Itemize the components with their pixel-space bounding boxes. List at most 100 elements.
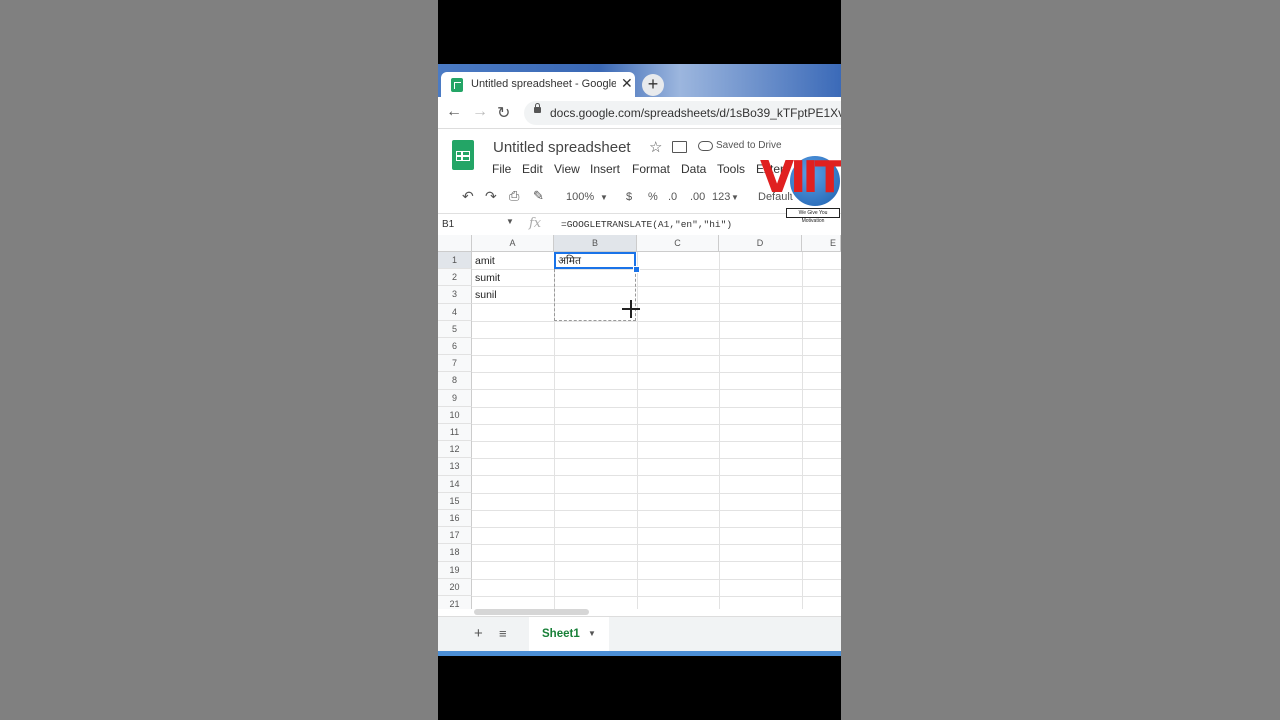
gridline <box>472 578 841 580</box>
menu-edit[interactable]: Edit <box>522 162 543 176</box>
row-header[interactable]: 11 <box>438 424 472 442</box>
row-header[interactable]: 16 <box>438 510 472 528</box>
tab-strip: Untitled spreadsheet - Google Sheets ✕ + <box>438 64 841 97</box>
row-header[interactable]: 3 <box>438 286 472 304</box>
column-header[interactable]: E <box>802 235 841 252</box>
name-box[interactable]: B1 <box>442 219 454 230</box>
gridline <box>472 389 841 391</box>
spreadsheet-grid[interactable]: A B C D E 1 2 3 4 5 6 7 8 9 10 11 12 13 … <box>438 235 841 609</box>
row-header[interactable]: 15 <box>438 492 472 510</box>
gridline <box>472 544 841 546</box>
cloud-icon <box>698 141 713 151</box>
reload-icon[interactable]: ↻ <box>497 103 510 123</box>
gridline <box>472 303 841 305</box>
paint-format-icon[interactable]: ✎ <box>533 188 544 204</box>
row-header[interactable]: 4 <box>438 303 472 321</box>
row-header[interactable]: 7 <box>438 355 472 373</box>
menu-tools[interactable]: Tools <box>717 162 745 176</box>
row-header[interactable]: 14 <box>438 475 472 493</box>
tab-title: Untitled spreadsheet - Google Sheets <box>471 78 616 90</box>
sheet-tab-label: Sheet1 <box>542 628 580 640</box>
row-header[interactable]: 8 <box>438 372 472 390</box>
row-header[interactable]: 1 <box>438 252 472 270</box>
gridline <box>472 561 841 563</box>
undo-icon[interactable]: ↶ <box>462 188 474 205</box>
row-header[interactable]: 20 <box>438 578 472 596</box>
row-header[interactable]: 21 <box>438 596 472 609</box>
gridline <box>472 320 841 322</box>
new-tab-button[interactable]: + <box>642 74 664 96</box>
active-cell-outline[interactable] <box>554 252 636 269</box>
column-header[interactable]: A <box>472 235 554 252</box>
all-sheets-icon[interactable]: ≡ <box>499 626 507 641</box>
gridline <box>472 286 841 288</box>
column-header[interactable]: D <box>719 235 802 252</box>
gridline <box>472 269 841 270</box>
forward-arrow-icon[interactable]: → <box>472 103 488 121</box>
currency-button[interactable]: $ <box>626 191 632 203</box>
logo-tagline: We Give You Motivation <box>786 208 840 224</box>
logo-mark: VIIT <box>760 152 841 203</box>
percent-button[interactable]: % <box>648 191 658 203</box>
row-header[interactable]: 6 <box>438 338 472 356</box>
fill-handle[interactable] <box>633 266 640 273</box>
row-header[interactable]: 12 <box>438 441 472 459</box>
row-header[interactable]: 18 <box>438 544 472 562</box>
saved-status: Saved to Drive <box>716 140 782 151</box>
gridline <box>472 337 841 339</box>
formula-input[interactable]: =GOOGLETRANSLATE(A1,"en","hi") <box>561 219 732 230</box>
print-icon[interactable]: ⎙ <box>509 188 519 204</box>
column-header[interactable]: C <box>637 235 719 252</box>
close-icon[interactable]: ✕ <box>621 75 633 92</box>
menu-view[interactable]: View <box>554 162 580 176</box>
move-folder-icon[interactable] <box>672 141 687 153</box>
row-header[interactable]: 17 <box>438 527 472 545</box>
gridline <box>472 458 841 460</box>
sheets-logo-icon[interactable] <box>452 140 474 170</box>
row-header[interactable]: 5 <box>438 320 472 338</box>
sheet-bar: + ≡ Sheet1 ▼ <box>438 616 841 652</box>
zoom-select[interactable]: 100% <box>566 191 594 203</box>
menu-format[interactable]: Format <box>632 162 670 176</box>
chevron-down-icon[interactable]: ▼ <box>588 629 596 638</box>
cell-a2[interactable]: sumit <box>475 272 500 284</box>
redo-icon[interactable]: ↷ <box>485 188 497 205</box>
document-title[interactable]: Untitled spreadsheet <box>493 139 631 156</box>
increase-decimal-button[interactable]: .00 <box>690 191 705 203</box>
cell-a1[interactable]: amit <box>475 255 495 267</box>
cell-a3[interactable]: sunil <box>475 289 497 301</box>
chevron-down-icon[interactable]: ▼ <box>600 193 608 202</box>
menu-data[interactable]: Data <box>681 162 706 176</box>
horizontal-scrollbar[interactable] <box>474 609 589 615</box>
row-header[interactable]: 19 <box>438 561 472 579</box>
address-bar[interactable]: docs.google.com/spreadsheets/d/1sBo39_kT… <box>524 101 841 125</box>
gridline <box>472 423 841 425</box>
chevron-down-icon[interactable]: ▼ <box>506 217 514 226</box>
lock-icon <box>534 103 541 113</box>
gridline <box>472 595 841 597</box>
row-header[interactable]: 13 <box>438 458 472 476</box>
url-text: docs.google.com/spreadsheets/d/1sBo39_kT… <box>550 106 841 120</box>
gridline <box>472 475 841 477</box>
row-header[interactable]: 10 <box>438 406 472 424</box>
more-formats-button[interactable]: 123 <box>712 191 730 203</box>
add-sheet-icon[interactable]: + <box>474 625 483 642</box>
menu-insert[interactable]: Insert <box>590 162 620 176</box>
browser-tab[interactable]: Untitled spreadsheet - Google Sheets ✕ <box>441 72 635 97</box>
row-header[interactable]: 2 <box>438 269 472 287</box>
sheet-tab[interactable]: Sheet1 ▼ <box>529 617 609 652</box>
chevron-down-icon[interactable]: ▼ <box>731 193 739 202</box>
decrease-decimal-button[interactable]: .0 <box>668 191 677 203</box>
back-arrow-icon[interactable]: ← <box>446 103 462 121</box>
row-header[interactable]: 9 <box>438 389 472 407</box>
gridline <box>472 355 841 356</box>
menu-file[interactable]: File <box>492 162 511 176</box>
select-all-corner[interactable] <box>438 235 472 252</box>
gridline <box>472 509 841 511</box>
star-icon[interactable]: ☆ <box>649 138 662 156</box>
gridline <box>472 406 841 408</box>
channel-logo: VIIT We Give You Motivation <box>760 152 841 224</box>
gridline <box>472 492 841 494</box>
crosshair-cursor-icon <box>622 300 640 318</box>
column-header[interactable]: B <box>554 235 637 252</box>
